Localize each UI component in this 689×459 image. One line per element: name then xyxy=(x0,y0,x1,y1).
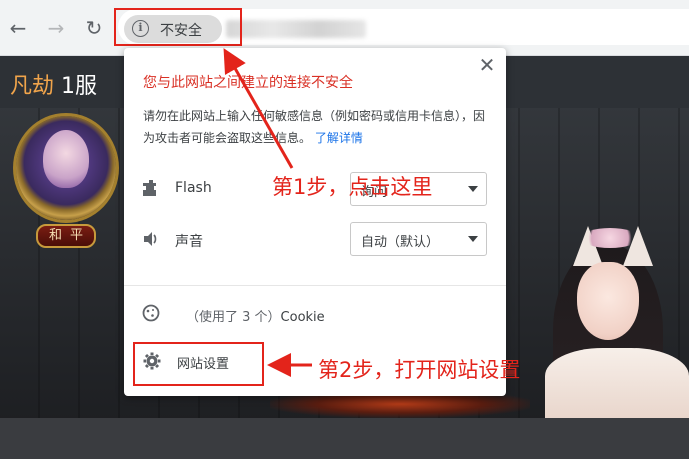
blurred-url xyxy=(226,20,366,38)
flash-label: Flash xyxy=(175,180,212,196)
popup-divider xyxy=(124,285,506,286)
avatar-badge: 和平 xyxy=(36,224,96,248)
step2-annotation: 第2步，打开网站设置 xyxy=(318,358,521,382)
character-headpiece xyxy=(581,228,639,248)
cookie-label: Cookie xyxy=(280,310,325,325)
game-title-accent: 凡劫 xyxy=(10,74,55,99)
speaker-icon xyxy=(141,230,161,250)
cookies-row[interactable]: （使用了 3 个）Cookie xyxy=(186,306,325,325)
player-avatar[interactable]: 和平 xyxy=(10,112,122,262)
cookie-count: （使用了 3 个） xyxy=(186,310,281,325)
forward-arrow-icon[interactable]: → xyxy=(44,16,68,40)
sound-label: 声音 xyxy=(175,234,203,250)
puzzle-icon xyxy=(141,179,161,199)
game-title: 凡劫 1服 xyxy=(10,68,97,100)
annotation-highlight-box-security xyxy=(114,8,242,46)
connection-warning-title: 您与此网站之间建立的连接不安全 xyxy=(143,75,353,91)
learn-more-link[interactable]: 了解详情 xyxy=(315,131,363,145)
chevron-down-icon xyxy=(468,186,478,192)
chevron-down-icon xyxy=(468,236,478,242)
close-icon[interactable]: ✕ xyxy=(476,54,498,76)
character-face xyxy=(577,262,639,340)
sound-select-value: 自动（默认） xyxy=(361,235,440,250)
game-character-art xyxy=(515,222,689,418)
character-body xyxy=(545,348,689,418)
connection-warning-description: 请勿在此网站上输入任何敏感信息（例如密码或信用卡信息），因为攻击者可能会盗取这些… xyxy=(143,105,488,149)
game-title-server: 1服 xyxy=(54,74,98,99)
back-arrow-icon[interactable]: ← xyxy=(6,16,30,40)
step1-annotation: 第1步，点击这里 xyxy=(272,175,433,199)
avatar-portrait xyxy=(43,130,89,188)
sound-permission-select[interactable]: 自动（默认） xyxy=(350,222,487,256)
annotation-highlight-box-settings xyxy=(133,342,264,386)
reload-icon[interactable]: ↻ xyxy=(82,16,106,40)
cookie-icon xyxy=(141,304,161,324)
game-footer xyxy=(0,418,689,459)
